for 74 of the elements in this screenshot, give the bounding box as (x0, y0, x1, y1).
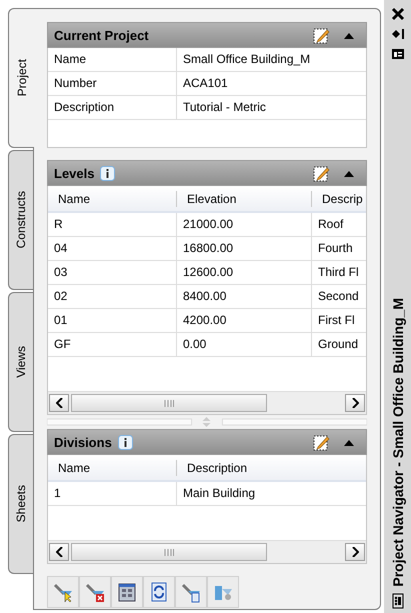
edit-icon[interactable] (313, 434, 330, 450)
table-cell: 21000.00 (177, 213, 312, 236)
table-cell: 04 (48, 237, 177, 260)
splitter-handle[interactable] (47, 417, 367, 427)
caret-right-icon (352, 547, 358, 557)
table-cell-text: First Fl (317, 312, 356, 329)
table-cell: 4200.00 (177, 309, 312, 332)
table-cell: 03 (48, 261, 177, 284)
column-header[interactable]: Description (177, 460, 366, 476)
menu-icon[interactable] (392, 593, 404, 609)
table-cell-text: Tutorial - Metric (182, 99, 267, 116)
scroll-left-button[interactable] (49, 543, 69, 561)
side-tab[interactable]: Views (8, 292, 33, 432)
table-cell: R (48, 213, 177, 236)
column-header[interactable]: Name (48, 190, 177, 206)
column-header[interactable]: Name (48, 460, 177, 476)
caret-left-icon (56, 547, 62, 557)
toolbar-button[interactable] (175, 576, 207, 608)
table-cell: 01 (48, 309, 177, 332)
info-icon[interactable] (118, 434, 133, 450)
column-header[interactable]: Elevation (177, 190, 312, 206)
table-cell-text: Second (317, 288, 360, 305)
toolbar-button[interactable] (111, 576, 143, 608)
refresh-icon (152, 582, 166, 602)
info-icon[interactable] (100, 166, 116, 180)
table-cell: 12600.00 (177, 261, 312, 284)
table-cell-text: Fourth (317, 240, 354, 257)
table-cell: Name (48, 48, 177, 71)
toolbar-button[interactable] (79, 576, 111, 608)
table-cell: Description (48, 96, 177, 119)
grid-tool-icon (118, 584, 136, 602)
table-cell: GF (48, 333, 177, 356)
table-cell-text: Small Office Building_M (182, 51, 312, 68)
table-cell-text: ACA101 (182, 75, 229, 92)
toolbar-button[interactable] (143, 576, 175, 608)
collapse-icon[interactable] (344, 170, 354, 176)
edit-icon[interactable] (313, 164, 330, 182)
toolbar-button[interactable] (47, 576, 79, 608)
table-cell-text: Third Fl (317, 264, 360, 281)
horizontal-scrollbar[interactable] (48, 540, 366, 563)
delete-tool-icon (86, 584, 104, 602)
caret-right-icon (352, 398, 358, 408)
table-cell: 8400.00 (177, 285, 312, 308)
scroll-right-button[interactable] (345, 394, 365, 412)
side-tab[interactable]: Sheets (8, 434, 33, 574)
side-tab[interactable]: Constructs (8, 150, 33, 290)
collapse-icon[interactable] (344, 438, 354, 446)
table-cell: Number (48, 72, 177, 95)
table-cell-text: Main Building (182, 485, 256, 502)
caret-left-icon (56, 398, 62, 408)
collapse-icon[interactable] (344, 32, 354, 38)
section-title: Divisions (54, 434, 112, 450)
close-icon[interactable] (390, 7, 404, 21)
table-cell: 16800.00 (177, 237, 312, 260)
table-cell-text: Roof (317, 216, 344, 233)
column-header[interactable]: Descrip (312, 190, 366, 206)
scroll-right-button[interactable] (345, 543, 365, 561)
properties-icon[interactable] (390, 47, 404, 61)
table-cell: 1 (48, 482, 177, 505)
table-cell: 0.00 (177, 333, 312, 356)
auto-hide-icon[interactable] (390, 27, 404, 41)
table-cell: 02 (48, 285, 177, 308)
palette-title: Project Navigator - Small Office Building_M (390, 298, 406, 587)
horizontal-scrollbar[interactable] (48, 391, 366, 414)
section-title: Levels (54, 166, 94, 180)
side-tab[interactable]: Project (8, 8, 34, 148)
scroll-thumb[interactable] (71, 543, 267, 561)
edit-icon[interactable] (313, 26, 330, 44)
table-cell-text: Ground (317, 336, 360, 353)
scroll-left-button[interactable] (49, 394, 69, 412)
select-tool-icon (54, 584, 72, 602)
section-title: Current Project (54, 28, 149, 42)
sheet-tool-icon (182, 584, 200, 602)
scroll-thumb[interactable] (71, 394, 267, 412)
